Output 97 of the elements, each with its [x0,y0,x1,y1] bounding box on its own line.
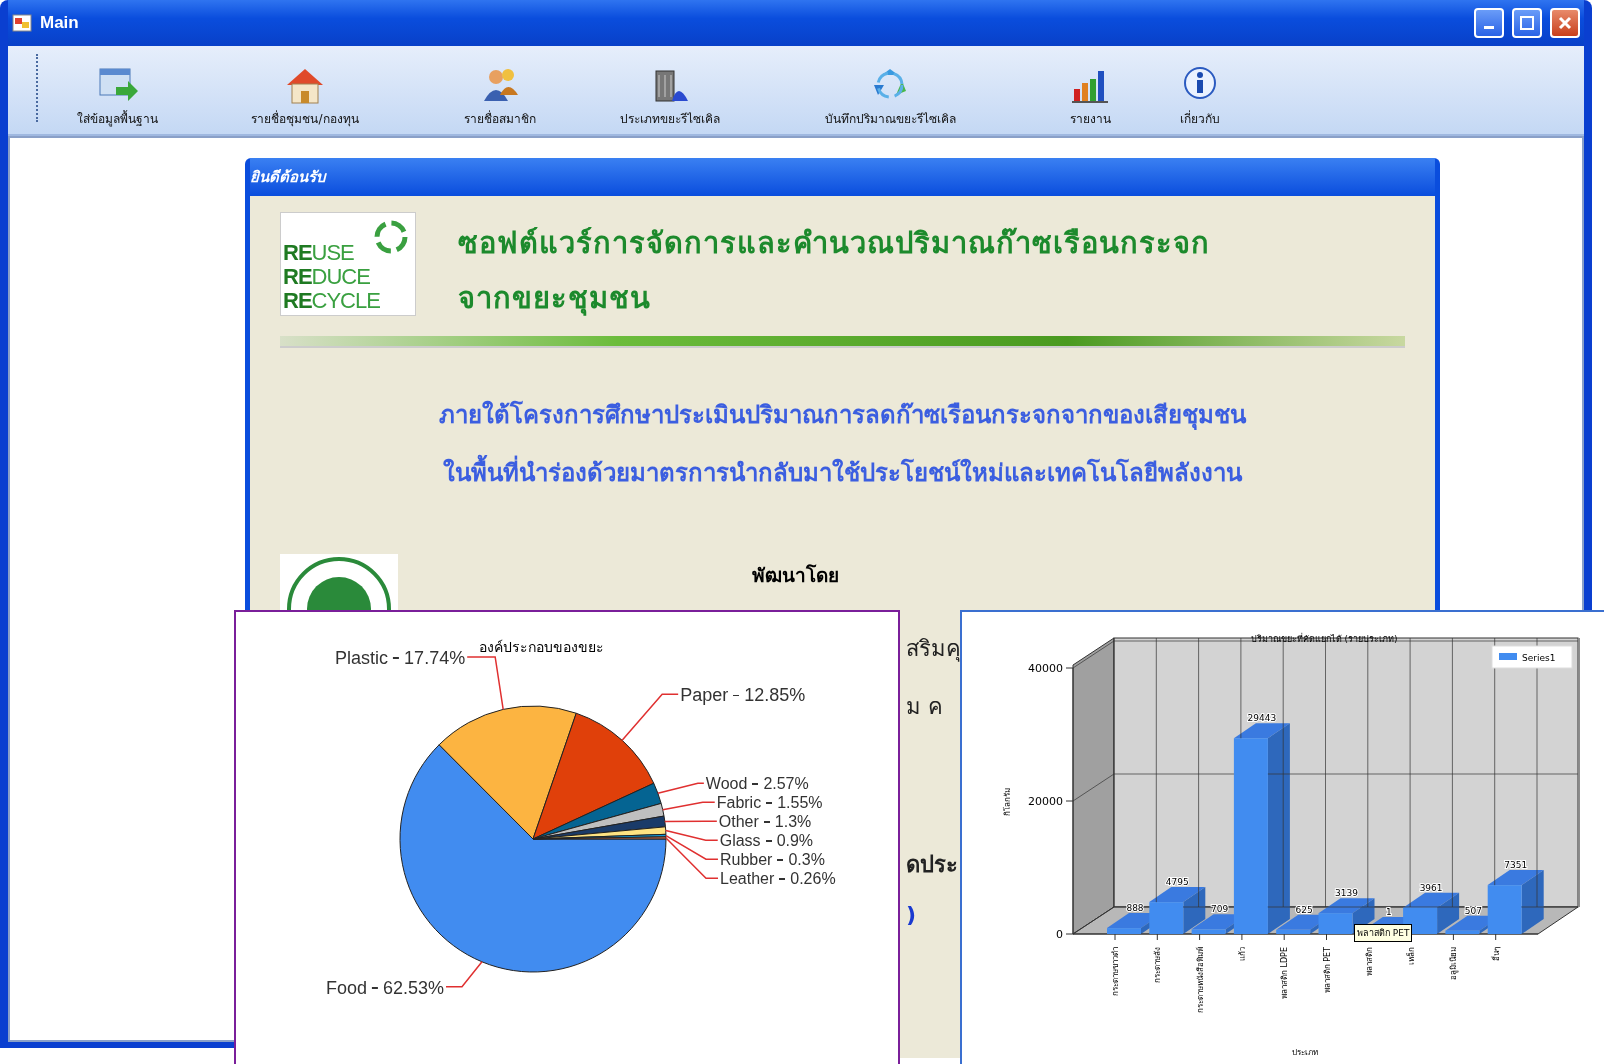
subtitle: ในพื้นที่นำร่องด้วยมาตรการนำกลับมาใช้ประโยชน์ใหม่และเทคโนโลยีพลังงาน [443,444,1242,502]
slice-label: Wood [705,776,748,793]
bar-value-label: 1 [1385,907,1392,917]
subtitle: ภายใต้โครงการศึกษาประเมินปริมาณการลดก๊าซเรือนกระจกจากของเสียชุมชน [439,399,1246,432]
leader-line [664,820,718,823]
leader-line [466,656,504,711]
slice-value-label: 1.3% [774,814,812,831]
bar-value-label: 3961 [1419,882,1443,893]
category-label: พลาสติก PET [1322,947,1332,994]
bar [1149,902,1184,934]
tooltip: พลาสติก PET [1354,924,1413,942]
legend-label: Series1 [1522,653,1556,663]
slice-label: Glass [719,833,761,850]
slice-label: Food [325,978,367,997]
chart-title: ปริมาณขยะที่คัดแยกได้ (รายประเภท) [1250,634,1398,644]
leader-line [657,782,705,794]
dash-mark [371,987,378,989]
category-label: กระดาษขาวดำ [1111,947,1120,996]
toolbar-button[interactable]: ประเภทขยะรีไซเคิล [595,65,745,128]
partial-text: สริมคุ [906,635,961,664]
toolbar-button[interactable]: เกี่ยวกับ [1145,65,1255,128]
category-label: กระดาษลัง [1153,947,1163,983]
category-label: เหล็ก [1407,947,1417,965]
slice-value-label: 0.3% [788,852,825,869]
slice-value-label: 0.26% [790,871,836,888]
leader-line [621,693,679,742]
window-title: Main [40,13,80,33]
logo-text: REDUCE [283,265,371,289]
heading: จากขยะชุมชน [458,280,652,318]
toolbar-button[interactable]: บันทึกปริมาณขยะรีไซเคิล [745,65,1035,128]
toolbar-button[interactable]: รายชื่อชุมชน/กองทุน [205,65,405,128]
bar-value-label: 4795 [1165,877,1189,888]
minimize-button[interactable] [1474,8,1504,38]
slice-label: Fabric [716,795,762,812]
slice-value-label: 2.57% [763,776,809,793]
category-label: พลาสติก LDPE [1280,947,1290,1000]
leader-line [445,961,483,988]
bar-value-label: 3139 [1335,888,1358,899]
close-icon [1558,16,1572,30]
bar-value-label: 709 [1211,904,1229,915]
bar [1276,929,1311,934]
dash-mark [763,821,770,823]
slice-label: Rubber [719,852,773,869]
slice-value-label: 17.74% [404,649,466,667]
axis-tick-label: 40000 [1028,662,1063,675]
category-label: แก้ว [1237,947,1247,961]
bar-value-label: 29443 [1247,713,1277,724]
category-label: กระดาษหนังสือพิมพ์ [1195,947,1205,1013]
dash-mark [393,657,400,659]
axis-title: กิโลกรัม [1003,788,1012,816]
slice-label: Leather [720,871,775,888]
minimize-icon [1484,26,1494,29]
bar [1107,928,1141,934]
partial-text: ดประ [906,851,958,879]
maximize-button[interactable] [1512,8,1542,38]
slice-label: Other [718,814,759,831]
dash-mark [777,859,784,861]
toolbar-button[interactable]: ใส่ข้อมูลพื้นฐาน [30,65,205,128]
dash-mark [779,878,786,880]
maximize-icon [1520,16,1534,30]
dash-mark [733,694,740,697]
slice-value-label: 0.9% [776,833,814,850]
bar [1318,913,1353,934]
bar [1191,929,1226,934]
slice-value-label: 62.53% [382,978,444,997]
axis-tick-label: 20000 [1028,795,1063,808]
slice-label: Plastic [335,649,389,667]
bar [1487,885,1522,934]
app-icon [12,14,32,32]
legend-swatch [1499,653,1517,660]
chart-title: องค์ประกอบของขยะ [478,639,604,655]
logo-text: RECYCLE [283,289,381,313]
category-label: อื่นๆ [1491,947,1501,961]
slice-value-label: 12.85% [744,686,806,705]
bar-value-label: 507 [1464,905,1482,916]
slice-value-label: 1.55% [777,795,823,812]
heading: ซอฟต์แวร์การจัดการและคำนวณปริมาณก๊าซเรือนกระจก [458,225,1210,262]
partial-text: ม ค [906,693,943,721]
dash-mark [766,802,773,804]
slice-label: Paper [680,686,729,705]
axis-tick-label: 0 [1056,928,1063,941]
toolbar-button[interactable]: รายงาน [1035,65,1145,128]
axis-title: ประเภท [1292,1048,1318,1057]
bar [1445,930,1480,934]
logo-text: REUSE [283,241,355,265]
toolbar-button[interactable]: รายชื่อสมาชิก [405,65,595,128]
link-text[interactable]: ) [906,900,917,930]
bar-value-label: 7351 [1504,860,1528,871]
dash-mark [752,783,759,785]
window-title: ยินดีต้อนรับ [250,158,1435,196]
dash-mark [765,840,772,842]
category-label: พลาสติก [1364,947,1374,976]
category-label: อลูมิเนียม [1449,947,1459,980]
developed-by-label: พัฒนาโดย [752,563,839,588]
leader-line [662,801,716,811]
close-button[interactable] [1550,8,1580,38]
bar-value-label: 625 [1295,904,1313,915]
